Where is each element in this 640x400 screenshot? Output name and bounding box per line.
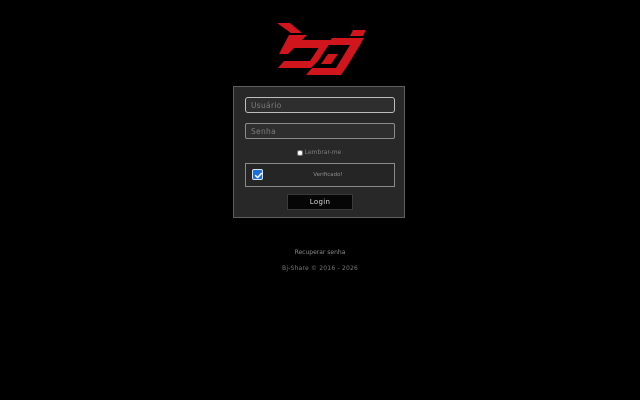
remember-me-label[interactable]: Lembrar-me: [305, 150, 342, 156]
recover-password-link[interactable]: Recuperar senha: [0, 249, 640, 257]
login-panel: Lembrar-me Verificado! Login: [233, 86, 405, 218]
remember-me-checkbox[interactable]: [296, 150, 303, 156]
footer-copyright: Bj-Share © 2016 - 2026: [282, 265, 358, 272]
login-page: Lembrar-me Verificado! Login Recuperar s…: [0, 0, 640, 400]
login-button[interactable]: Login: [287, 194, 353, 210]
remember-me-row: Lembrar-me: [234, 148, 404, 158]
captcha-status-label: Verificado!: [313, 172, 343, 178]
bj-logo: [277, 23, 366, 75]
password-input[interactable]: [245, 123, 395, 139]
username-input[interactable]: [245, 97, 395, 113]
captcha-widget: Verificado!: [245, 163, 395, 187]
